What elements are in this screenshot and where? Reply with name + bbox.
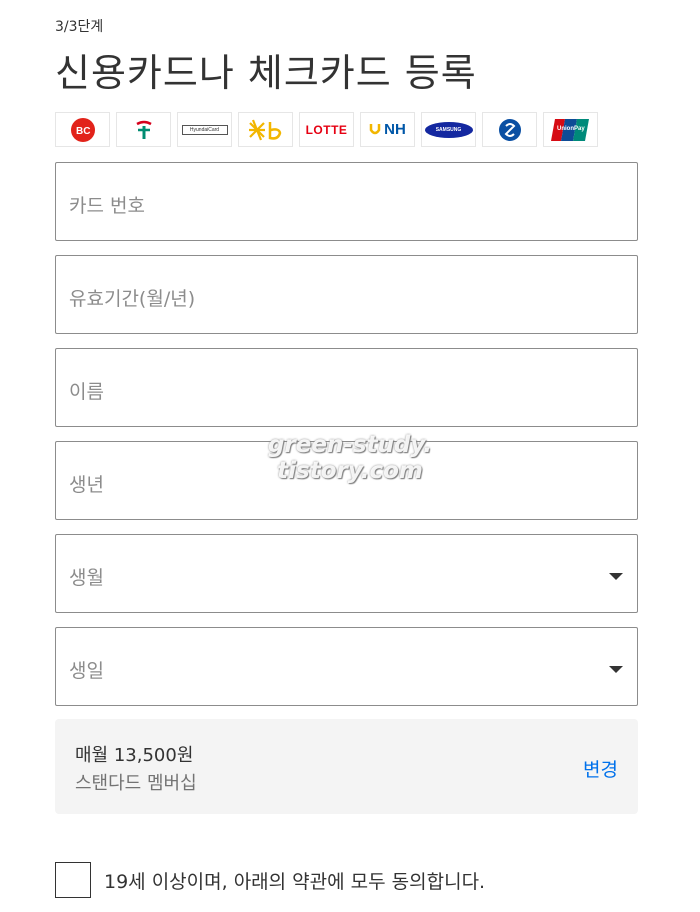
unionpay-card-logo: UnionPay xyxy=(543,112,598,147)
svg-text:BC: BC xyxy=(76,126,90,137)
change-plan-link[interactable]: 변경 xyxy=(583,755,618,782)
name-placeholder: 이름 xyxy=(69,381,104,403)
plan-price: 매월 13,500원 xyxy=(75,745,194,766)
step-indicator: 3/3단계 xyxy=(55,19,104,35)
name-input[interactable]: 이름 xyxy=(55,348,638,427)
expiry-placeholder: 유효기간(월/년) xyxy=(69,288,196,310)
samsung-card-logo: SAMSUNG xyxy=(421,112,476,147)
shinhan-card-logo xyxy=(482,112,537,147)
birth-day-placeholder: 생일 xyxy=(69,660,104,682)
plan-summary: 매월 13,500원 스탠다드 멤버십 변경 xyxy=(55,719,638,814)
agree-label: 19세 이상이며, 아래의 약관에 모두 동의합니다. xyxy=(104,870,486,893)
agree-terms[interactable]: 19세 이상이며, 아래의 약관에 모두 동의합니다. xyxy=(55,862,485,898)
hana-card-logo xyxy=(116,112,171,147)
plan-name: 스탠다드 멤버십 xyxy=(75,773,197,794)
birth-year-input[interactable]: 생년 xyxy=(55,441,638,520)
lotte-card-logo: LOTTE xyxy=(299,112,354,147)
birth-month-select[interactable]: 생월 xyxy=(55,534,638,613)
nh-card-logo: NH xyxy=(360,112,415,147)
card-number-placeholder: 카드 번호 xyxy=(69,195,145,217)
agree-checkbox[interactable] xyxy=(55,862,91,898)
bc-card-logo: BC xyxy=(55,112,110,147)
chevron-down-icon xyxy=(609,573,623,580)
card-logos: BC HyundaiCard LOTTE NH SAMSUNG UnionPay xyxy=(55,112,598,147)
svg-text:UnionPay: UnionPay xyxy=(557,126,585,132)
birth-month-placeholder: 생월 xyxy=(69,567,104,589)
hyundai-card-logo: HyundaiCard xyxy=(177,112,232,147)
page-title: 신용카드나 체크카드 등록 xyxy=(55,51,477,95)
expiry-input[interactable]: 유효기간(월/년) xyxy=(55,255,638,334)
kb-card-logo xyxy=(238,112,293,147)
birth-year-placeholder: 생년 xyxy=(69,474,104,496)
birth-day-select[interactable]: 생일 xyxy=(55,627,638,706)
chevron-down-icon xyxy=(609,666,623,673)
card-number-input[interactable]: 카드 번호 xyxy=(55,162,638,241)
